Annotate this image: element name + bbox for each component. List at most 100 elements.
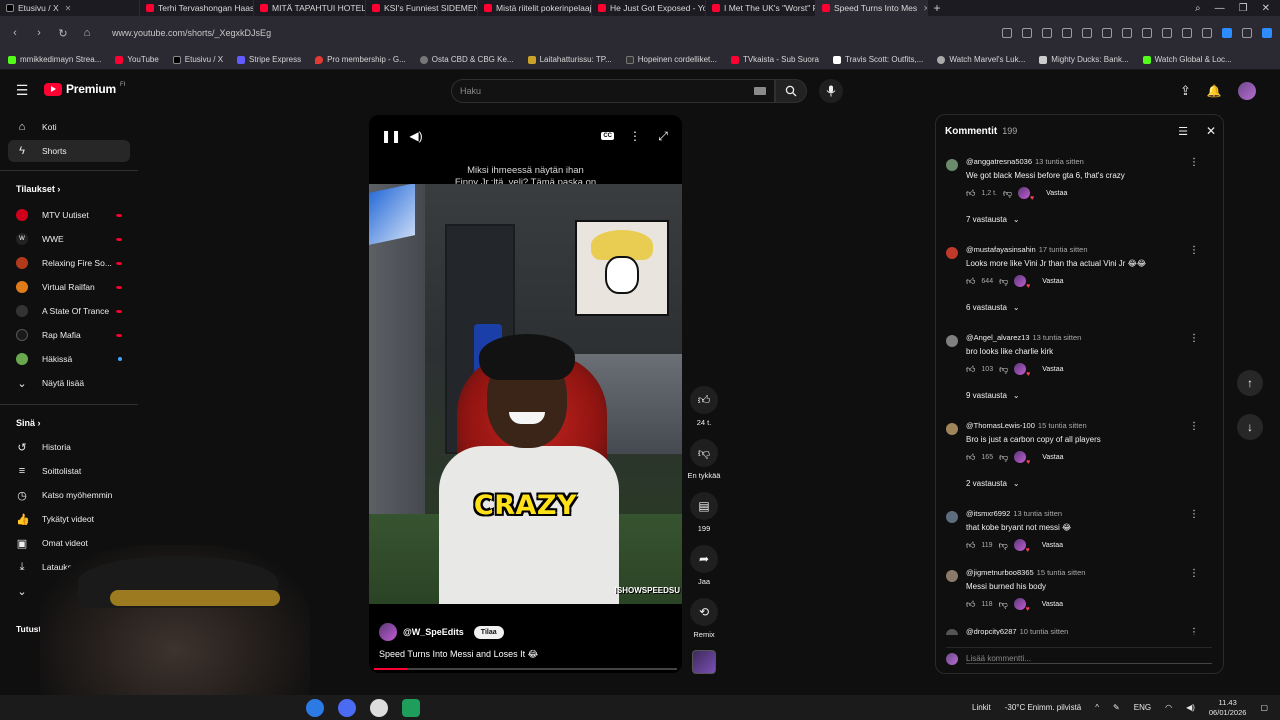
bookmark[interactable]: Hopeinen cordelliket... [625, 55, 717, 64]
browser-tab[interactable]: KSI's Funniest SIDEMEN M [366, 0, 478, 16]
comment-more-icon[interactable]: ⋮ [1189, 333, 1199, 344]
browser-tab[interactable]: Terhi Tervashongan Haast [140, 0, 254, 16]
bookmark[interactable]: mmikkedimayn Strea... [8, 55, 101, 64]
back-icon[interactable]: ‹ [8, 27, 22, 39]
closed-captions-icon[interactable]: CC [601, 132, 614, 140]
like-action[interactable]: 👍︎ 24 t. [684, 386, 724, 427]
commenter-avatar[interactable] [946, 629, 958, 635]
extension-icon[interactable] [1102, 28, 1112, 38]
comment-author[interactable]: @ThomasLewis-100 15 tuntia sitten [966, 421, 1087, 430]
edge-icon[interactable] [306, 698, 324, 717]
close-window-icon[interactable]: ✕ [1262, 3, 1270, 14]
home-icon[interactable]: ⌂ [80, 27, 94, 39]
browser-tab[interactable]: Etusivu / X ✕ [0, 0, 140, 16]
comments-action[interactable]: ▤ 199 [684, 492, 724, 533]
extension-icon[interactable] [1162, 28, 1172, 38]
account-avatar[interactable] [1237, 82, 1256, 100]
reply-button[interactable]: Vastaa [1046, 190, 1067, 197]
bookmark[interactable]: Watch Marvel's Luk... [937, 55, 1025, 64]
new-tab-button[interactable]: + [928, 1, 946, 15]
sidebar-item-history[interactable]: ↺ Historia [8, 436, 130, 458]
thumb-down-icon[interactable]: 👎︎ [999, 540, 1008, 551]
extension-icon[interactable] [1082, 28, 1092, 38]
commenter-avatar[interactable] [946, 511, 958, 523]
commenter-avatar[interactable] [946, 159, 958, 171]
url-field[interactable]: www.youtube.com/shorts/_XegxkDJsEg [112, 28, 992, 38]
extension-icon[interactable] [1002, 28, 1012, 38]
sidebar-item-liked-videos[interactable]: 👍 Tykätyt videot [8, 508, 130, 530]
commenter-avatar[interactable] [946, 335, 958, 347]
extension-icon[interactable] [1222, 28, 1232, 38]
extension-icon[interactable] [1142, 28, 1152, 38]
browser-tab[interactable]: He Just Got Exposed - You [592, 0, 706, 16]
wifi-icon[interactable]: ◠ [1165, 703, 1172, 712]
links-label[interactable]: Linkit [972, 703, 991, 712]
remix-action[interactable]: ⟲ Remix [684, 598, 724, 639]
sidebar-subscription[interactable]: MTV Uutiset [8, 204, 130, 226]
minimize-icon[interactable]: — [1215, 3, 1225, 14]
thumb-down-icon[interactable]: 👎︎ [999, 599, 1008, 610]
thumb-down-icon[interactable]: 👎︎ [999, 276, 1008, 287]
commenter-avatar[interactable] [946, 423, 958, 435]
ai-extension-icon[interactable] [1262, 28, 1272, 38]
thumb-up-icon[interactable]: 👍︎ [966, 540, 975, 551]
commenter-avatar[interactable] [946, 570, 958, 582]
forward-icon[interactable]: › [32, 27, 46, 39]
thumb-down-icon[interactable]: 👎︎ [999, 452, 1008, 463]
fullscreen-icon[interactable]: ⤢ [656, 129, 670, 144]
youtube-premium-logo[interactable]: Premium FI [44, 82, 125, 96]
bookmark[interactable]: Pro membership - G... [315, 55, 406, 64]
thumb-up-icon[interactable]: 👍︎ [966, 599, 975, 610]
sort-icon[interactable]: ☰ [1178, 125, 1188, 138]
dislike-action[interactable]: 👎︎ En tykkää [684, 439, 724, 480]
sound-thumbnail[interactable] [692, 650, 716, 674]
browser-tab[interactable]: Mistä riitelit pokerinpelaaj [478, 0, 592, 16]
menu-icon[interactable]: ☰ [14, 82, 30, 98]
bookmark[interactable]: Mighty Ducks: Bank... [1039, 55, 1129, 64]
notifications-bell-icon[interactable]: 🔔 [1207, 84, 1222, 98]
pause-icon[interactable]: ❚❚ [381, 129, 401, 143]
subscribe-button[interactable]: Tilaa [473, 625, 504, 639]
share-button[interactable]: ➦ [690, 545, 718, 573]
browser-tab-active[interactable]: Speed Turns Into Mes ✕ [816, 0, 928, 16]
bookmark[interactable]: Laitahatturissu: TP... [527, 55, 612, 64]
video-title[interactable]: Speed Turns Into Messi and Loses It 😂 [379, 649, 538, 660]
progress-bar[interactable] [374, 668, 677, 670]
comment-author[interactable]: @Angel_alvarez13 13 tuntia sitten [966, 333, 1081, 342]
more-options-icon[interactable]: ⋮ [628, 129, 642, 143]
sidebar-item-shorts[interactable]: ϟ Shorts [8, 140, 130, 162]
reply-button[interactable]: Vastaa [1042, 278, 1063, 285]
comment-author[interactable]: @jigmetnurboo8365 15 tuntia sitten [966, 568, 1085, 577]
search-tabs-icon[interactable]: ⌕ [1195, 3, 1201, 14]
next-short-button[interactable]: ↓ [1237, 414, 1263, 440]
bookmark[interactable]: Watch Global & Loc... [1142, 55, 1232, 64]
language-indicator[interactable]: ENG [1134, 703, 1151, 712]
chevron-up-icon[interactable]: ^ [1095, 703, 1099, 712]
search-input[interactable] [460, 86, 754, 96]
sidebar-item-playlists[interactable]: ≡ Soittolistat [8, 460, 130, 482]
voice-search-button[interactable] [819, 79, 843, 103]
close-tab-icon[interactable]: ✕ [65, 4, 72, 13]
extension-icon[interactable] [1062, 28, 1072, 38]
close-icon[interactable]: ✕ [1206, 124, 1216, 138]
comment-more-icon[interactable]: ⋮ [1189, 627, 1199, 635]
bookmark[interactable]: TVkaista - Sub Suora [730, 55, 819, 64]
sidebar-subscription[interactable]: Rap Mafia [8, 324, 130, 346]
subscriptions-heading[interactable]: Tilaukset › [16, 184, 60, 194]
extension-icon[interactable] [1242, 28, 1252, 38]
volume-icon[interactable]: ◀) [1186, 703, 1195, 712]
shorts-player[interactable]: ❚❚ ◀) CC ⋮ ⤢ Miksi ihmeessä näytän ihan … [369, 115, 682, 673]
comment-more-icon[interactable]: ⋮ [1189, 245, 1199, 256]
view-replies-button[interactable]: 9 vastausta ⌄ [966, 391, 1020, 400]
thumb-up-icon[interactable]: 👍︎ [966, 364, 975, 375]
commenter-avatar[interactable] [946, 247, 958, 259]
bookmark[interactable]: Etusivu / X [172, 55, 223, 64]
sidebar-subscription[interactable]: W WWE [8, 228, 130, 250]
extension-icon[interactable] [1182, 28, 1192, 38]
reply-button[interactable]: Vastaa [1042, 601, 1063, 608]
reply-button[interactable]: Vastaa [1042, 366, 1063, 373]
sidebar-show-more[interactable]: ⌄ Näytä lisää [8, 372, 130, 394]
notifications-icon[interactable]: ▢ [1260, 703, 1268, 712]
channel-name[interactable]: @W_SpeEdits [403, 627, 464, 637]
comments-button[interactable]: ▤ [690, 492, 718, 520]
